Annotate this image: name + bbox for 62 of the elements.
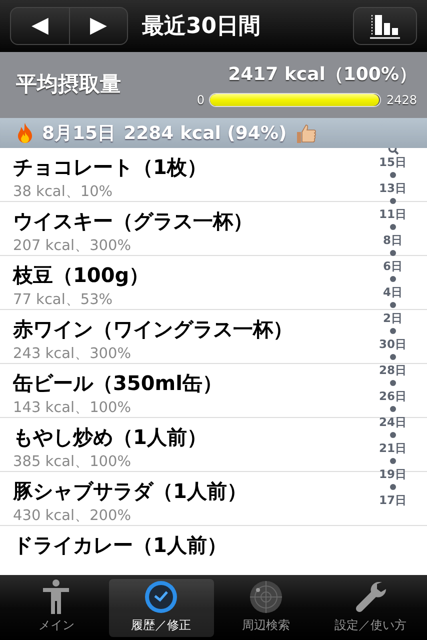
index-dot[interactable] [390,354,396,360]
index-label[interactable]: 28日 [378,363,407,377]
food-detail: 207 kcal、300% [13,237,132,256]
tab[interactable]: メイン [4,578,109,636]
chart-button[interactable] [353,7,417,45]
flame-icon [16,122,34,144]
tab[interactable]: 設定／使い方 [318,578,423,636]
tab[interactable]: 履歴／修正 [108,578,214,636]
food-detail: 430 kcal、200% [13,507,132,526]
index-dot[interactable] [390,406,396,412]
food-detail: 77 kcal、53% [13,291,113,310]
index-dot[interactable] [390,432,396,438]
food-name[interactable]: 赤ワイン（ワイングラス一杯） [13,314,293,344]
previous-button[interactable]: ◀ [11,8,69,44]
index-label[interactable]: 13日 [378,181,407,195]
index-dot[interactable] [390,172,396,178]
index-label[interactable]: 4日 [382,285,403,299]
food-name[interactable]: もやし炒め（1人前） [13,422,207,452]
index-dot[interactable] [390,198,396,204]
average-intake-label: 平均摂取量 [16,71,122,98]
clock-icon [143,578,180,614]
bar-min-label: 0 [196,92,204,109]
food-name[interactable]: ドライカレー（1人前） [13,530,227,560]
index-dot[interactable] [390,224,396,230]
food-name[interactable]: チョコレート（1枚） [13,152,207,182]
index-label[interactable]: 19日 [378,467,407,481]
radar-icon [248,578,284,614]
food-detail: 243 kcal、300% [13,345,132,364]
person-icon [41,578,72,614]
index-label[interactable]: 24日 [378,415,407,429]
index-label[interactable]: 26日 [378,389,407,403]
index-dot[interactable] [390,250,396,256]
bar-chart-icon [368,13,402,39]
index-dot[interactable] [390,484,396,490]
day-total: 2284 kcal (94%) [124,122,287,146]
index-dot[interactable] [390,380,396,386]
index-dot[interactable] [390,328,396,334]
food-name[interactable]: ウイスキー（グラス一杯） [13,206,253,236]
food-detail: 385 kcal、100% [13,453,132,472]
index-label[interactable]: 6日 [382,259,403,273]
average-intake-value: 2417 kcal（100%） [228,63,417,87]
index-label[interactable]: 15日 [378,155,407,169]
bar-max-label: 2428 [386,92,417,109]
index-label[interactable]: 17日 [378,493,407,507]
screen-title: 最近30日間 [142,12,262,40]
tab[interactable]: 周辺検索 [214,578,318,636]
food-name[interactable]: 枝豆（100g） [13,260,150,290]
index-dot[interactable] [390,458,396,464]
thumbs-up-icon [294,122,317,144]
day-date: 8月15日 [42,122,116,146]
index-label[interactable]: 11日 [378,207,407,221]
next-button[interactable]: ▶ [69,8,127,44]
index-label[interactable]: 30日 [378,337,407,351]
food-detail: 38 kcal、10% [13,183,113,202]
index-label[interactable]: 8日 [382,233,403,247]
index-dot[interactable] [390,302,396,308]
food-name[interactable]: 豚シャブサラダ（1人前） [13,476,247,506]
food-detail: 143 kcal、100% [13,399,132,418]
index-dot[interactable] [390,276,396,282]
index-label[interactable]: 21日 [378,441,407,455]
index-label[interactable]: 2日 [382,311,403,325]
food-name[interactable]: 缶ビール（350ml缶） [13,368,222,398]
